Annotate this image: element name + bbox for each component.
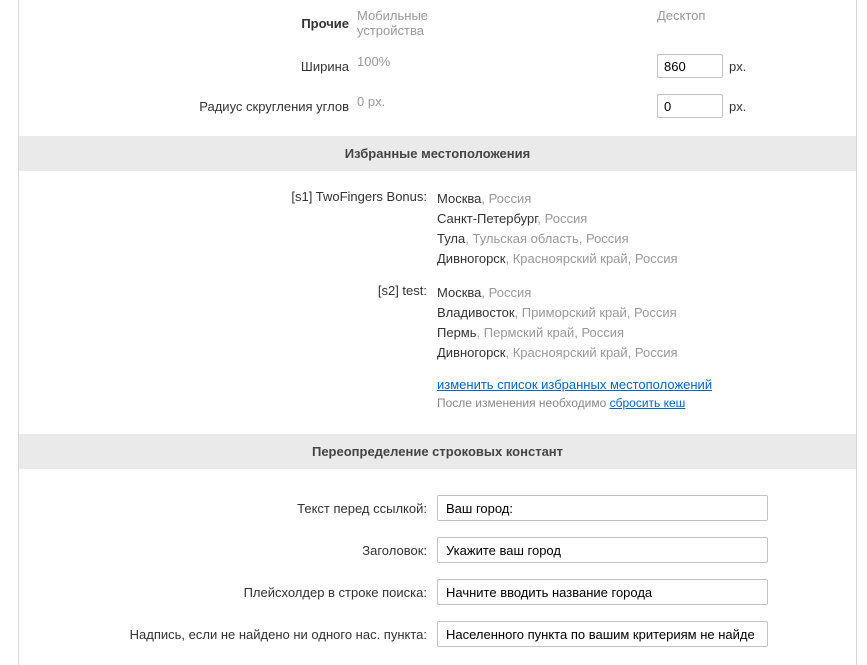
not-found-field-label: Надпись, если не найдено ни одного нас. … [19, 627, 437, 642]
placeholder-field-label: Плейсхолдер в строке поиска: [19, 585, 437, 600]
list-item: ВладивостокПриморский край, Россия [437, 303, 856, 323]
locations-section-header: Избранные местоположения [19, 136, 856, 171]
list-item: МоскваРоссия [437, 189, 856, 209]
width-label: Ширина [19, 59, 357, 74]
overrides-section-header: Переопределение строковых констант [19, 434, 856, 469]
location-group-1-label: [s1] TwoFingers Bonus: [19, 189, 437, 269]
not-found-input[interactable] [437, 621, 768, 647]
reset-cache-link[interactable]: сбросить кеш [610, 396, 686, 410]
radius-mobile-value: 0 px. [357, 94, 477, 118]
title-field-label: Заголовок: [19, 543, 437, 558]
locations-note: После изменения необходимо сбросить кеш [437, 396, 856, 410]
title-input[interactable] [437, 537, 768, 563]
radius-desktop-input[interactable] [657, 94, 723, 118]
list-item: ДивногорскКрасноярский край, Россия [437, 343, 856, 363]
location-group-2-label: [s2] test: [19, 283, 437, 363]
placeholder-input[interactable] [437, 579, 768, 605]
width-desktop-input[interactable] [657, 54, 723, 78]
list-item: МоскваРоссия [437, 283, 856, 303]
list-item: Санкт-ПетербургРоссия [437, 209, 856, 229]
before-link-input[interactable] [437, 495, 768, 521]
tab-other[interactable]: Прочие [301, 16, 349, 31]
list-item: ТулаТульская область, Россия [437, 229, 856, 249]
radius-label: Радиус скругления углов [19, 99, 357, 114]
col-header-mobile: Мобильные устройства [357, 8, 477, 38]
width-unit: px. [729, 59, 746, 74]
width-mobile-value: 100% [357, 54, 477, 78]
edit-locations-link[interactable]: изменить список избранных местоположений [437, 377, 712, 392]
radius-unit: px. [729, 99, 746, 114]
before-link-label: Текст перед ссылкой: [19, 501, 437, 516]
list-item: ПермьПермский край, Россия [437, 323, 856, 343]
list-item: ДивногорскКрасноярский край, Россия [437, 249, 856, 269]
col-header-desktop: Десктоп [657, 8, 777, 38]
